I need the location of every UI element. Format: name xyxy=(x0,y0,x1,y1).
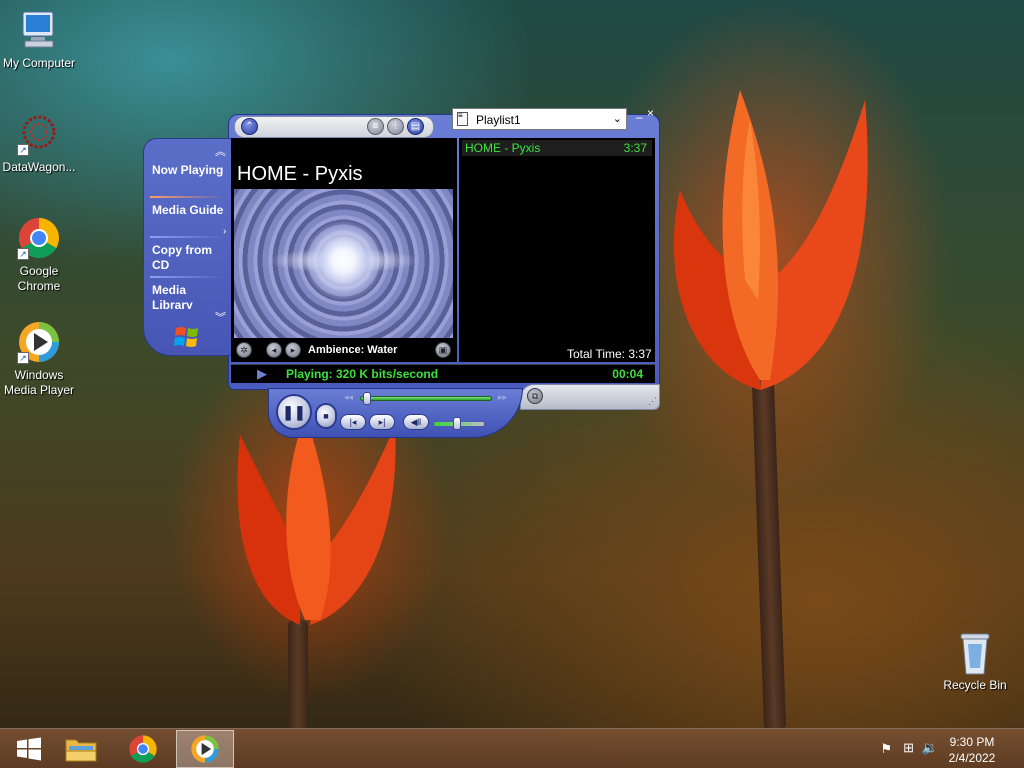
windows-logo-icon xyxy=(174,325,200,354)
shortcut-arrow-icon: ↗ xyxy=(17,352,29,364)
playlist-selector[interactable]: ≡ Playlist1 ⌄ xyxy=(452,108,627,130)
taskpane-scroll-up-icon[interactable]: ︽ xyxy=(215,143,226,159)
fullscreen-icon[interactable]: ▣ xyxy=(435,342,451,358)
taskbar-google-chrome[interactable] xyxy=(114,730,172,768)
taskbar: ⚑ ⊞ 🔉 9:30 PM 2/4/2022 xyxy=(0,728,1024,768)
next-track-button[interactable]: ▸| xyxy=(369,414,395,430)
windows-start-icon xyxy=(17,737,41,761)
elapsed-time: 00:04 xyxy=(612,367,643,381)
playlist-track-duration: 3:37 xyxy=(623,141,647,155)
taskpane-divider xyxy=(150,276,224,278)
status-text: Playing: 320 K bits/second xyxy=(286,367,439,381)
desktop-icon-datawagon[interactable]: ↗ DataWagon... xyxy=(0,112,79,175)
start-button[interactable] xyxy=(0,730,58,768)
stop-button[interactable]: ■ xyxy=(315,403,337,429)
playlist-icon: ≡ xyxy=(457,112,468,126)
right-tulip xyxy=(673,90,868,390)
chrome-icon: ↗ xyxy=(17,216,61,260)
rewind-icon[interactable]: ◂◂ xyxy=(344,392,353,403)
seek-handle[interactable] xyxy=(362,392,371,405)
close-icon[interactable]: × xyxy=(647,106,654,120)
desktop-icon-google-chrome[interactable]: ↗ Google Chrome xyxy=(0,216,79,294)
minimize-button[interactable]: – xyxy=(636,110,643,124)
taskpane-divider xyxy=(150,196,224,198)
playlist-selector-value: Playlist1 xyxy=(476,113,521,127)
playlist-row[interactable]: HOME - Pyxis 3:37 xyxy=(462,140,652,156)
visualization-display[interactable] xyxy=(234,189,453,338)
desktop-icon-my-computer[interactable]: My Computer xyxy=(0,8,79,71)
clock-date: 2/4/2022 xyxy=(948,751,996,765)
taskpane-divider xyxy=(150,236,224,238)
now-playing-title: HOME - Pyxis xyxy=(237,163,363,185)
previous-visualization-icon[interactable]: ◂ xyxy=(266,342,282,358)
network-icon[interactable]: ⊞ xyxy=(903,740,914,756)
resize-grip-icon[interactable]: ⋰ xyxy=(648,396,657,407)
taskpane-collapse-arrow-icon[interactable]: › xyxy=(223,226,226,237)
taskpane-scroll-down-icon[interactable]: ︾ xyxy=(215,309,226,325)
compact-mode-icon[interactable]: ⧉ xyxy=(527,388,543,404)
taskpane-item-now-playing[interactable]: Now Playing xyxy=(150,163,224,178)
desktop-icon-recycle-bin[interactable]: Recycle Bin xyxy=(935,630,1015,693)
taskbar-file-explorer[interactable] xyxy=(52,730,110,768)
media-player-taskpane: ︽ Now Playing Media Guide Copy from CD M… xyxy=(143,138,233,356)
pause-button[interactable]: ❚❚ xyxy=(276,394,312,430)
desktop-icon-windows-media-player[interactable]: ↗ Windows Media Player xyxy=(0,320,79,398)
visualization-menu-icon[interactable]: ✲ xyxy=(236,342,252,358)
seek-bar[interactable] xyxy=(360,396,492,401)
taskbar-windows-media-player[interactable] xyxy=(176,730,234,768)
left-flower-stem xyxy=(288,620,308,730)
desktop-icon-label: DataWagon... xyxy=(2,160,76,174)
action-center-flag-icon[interactable]: ⚑ xyxy=(880,741,892,757)
media-player-icon: ↗ xyxy=(17,320,61,364)
chevron-down-icon: ⌄ xyxy=(612,113,622,125)
datawagon-icon: ↗ xyxy=(17,112,61,156)
desktop-icon-label: Windows Media Player xyxy=(3,368,75,397)
playlist-toggle-button[interactable]: ▤ xyxy=(407,118,424,135)
shortcut-arrow-icon: ↗ xyxy=(17,144,29,156)
playlist-total-time: Total Time: 3:37 xyxy=(567,347,652,361)
folder-icon xyxy=(65,739,97,762)
desktop-icon-label: Google Chrome xyxy=(17,264,61,293)
equalizer-toggle-button[interactable]: ⫶ xyxy=(387,118,404,135)
media-player-icon xyxy=(191,735,219,763)
volume-handle[interactable] xyxy=(452,417,461,430)
previous-track-button[interactable]: |◂ xyxy=(340,414,366,430)
visualization-toggle-button[interactable]: ≡ xyxy=(367,118,384,135)
taskpane-item-copy-from-cd[interactable]: Copy from CD xyxy=(150,243,224,273)
desktop-icon-label: Recycle Bin xyxy=(943,678,1007,692)
visualization-controls: ✲ ◂ ▸ Ambience: Water ▣ xyxy=(231,340,457,362)
recycle-bin-icon xyxy=(953,630,997,675)
computer-icon xyxy=(17,8,61,52)
desktop-icon-label: My Computer xyxy=(2,56,76,70)
shortcut-arrow-icon: ↗ xyxy=(17,248,29,260)
media-player-title-bar xyxy=(234,116,434,138)
right-flower-stem xyxy=(751,379,787,731)
chrome-icon xyxy=(129,735,157,763)
playlist-track-title: HOME - Pyxis xyxy=(465,141,541,155)
taskpane-item-media-library[interactable]: Media Library xyxy=(150,283,224,309)
clock-time: 9:30 PM xyxy=(949,735,995,749)
volume-icon[interactable]: 🔉 xyxy=(922,740,938,756)
playlist-pane xyxy=(459,138,655,362)
play-status-icon: ▶ xyxy=(257,366,267,381)
menu-toggle-button[interactable]: ⌃ xyxy=(241,118,258,135)
taskpane-item-media-guide[interactable]: Media Guide xyxy=(150,203,224,218)
status-bar: ▶ Playing: 320 K bits/second 00:04 xyxy=(231,364,655,383)
fast-forward-icon[interactable]: ▸▸ xyxy=(498,392,507,403)
next-visualization-icon[interactable]: ▸ xyxy=(285,342,301,358)
taskbar-clock[interactable]: 9:30 PM 2/4/2022 xyxy=(942,734,1002,766)
mute-button[interactable]: ◀‖ xyxy=(403,414,429,430)
visualization-name: Ambience: Water xyxy=(308,344,398,356)
